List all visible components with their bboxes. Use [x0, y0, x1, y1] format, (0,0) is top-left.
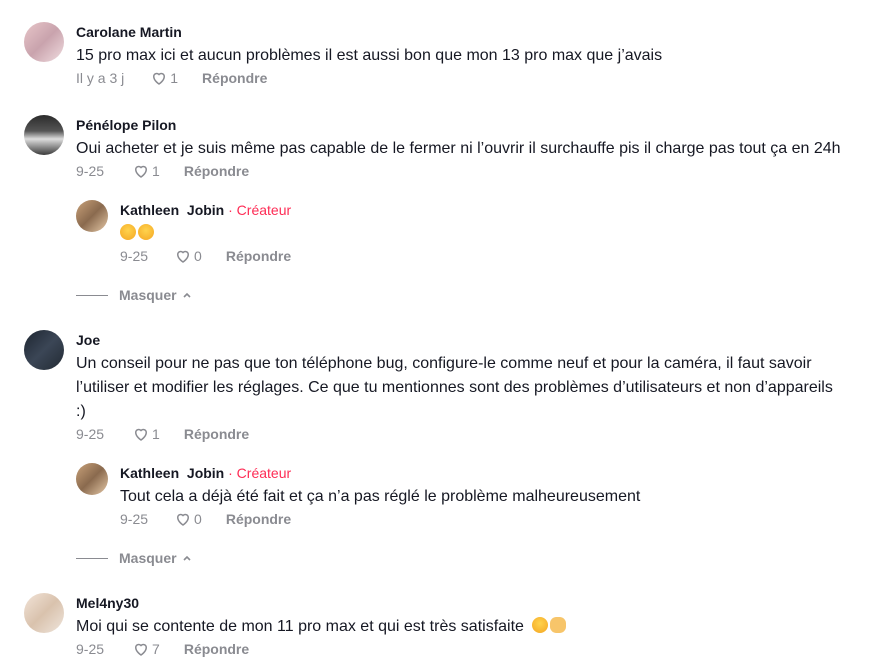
- heart-icon: [177, 250, 190, 263]
- comment-meta: 9-25 1 Répondre: [76, 425, 249, 443]
- avatar[interactable]: [24, 115, 64, 155]
- reply-author[interactable]: Kathleen Jobin · Créateur: [120, 465, 291, 481]
- divider: [76, 557, 108, 559]
- pleading-face-emoji: [120, 224, 136, 240]
- reply-text: Tout cela a déjà été fait et ça n’a pas …: [120, 488, 641, 505]
- comment-text-content: Moi qui se contente de mon 11 pro max et…: [76, 618, 524, 635]
- reply-button[interactable]: Répondre: [202, 70, 267, 86]
- comment-meta: 9-25 7 Répondre: [76, 640, 249, 658]
- avatar[interactable]: [24, 330, 64, 370]
- comment-date: 9-25: [76, 426, 105, 442]
- reply-button[interactable]: Répondre: [184, 163, 249, 179]
- ok-hand-emoji: [550, 617, 567, 633]
- hide-label: Masquer: [119, 550, 177, 566]
- hide-replies-button[interactable]: Masquer: [76, 550, 193, 566]
- reply-button[interactable]: Répondre: [184, 641, 249, 657]
- chevron-up-icon: [183, 292, 191, 298]
- reply-author-name: Kathleen Jobin: [120, 202, 225, 218]
- reply-date: 9-25: [120, 511, 149, 527]
- comment-text: Oui acheter et je suis même pas capable …: [76, 140, 841, 157]
- comment-author[interactable]: Pénélope Pilon: [76, 117, 176, 133]
- laughing-face-emoji: [532, 617, 549, 633]
- like-count: 1: [152, 163, 160, 179]
- reply-text: [120, 222, 156, 246]
- comment-text-line: :): [76, 403, 86, 420]
- divider: [76, 294, 108, 296]
- avatar[interactable]: [76, 200, 108, 232]
- chevron-up-icon: [183, 555, 191, 561]
- like-count: 7: [152, 641, 160, 657]
- heart-icon: [135, 643, 148, 656]
- pleading-face-emoji: [138, 224, 154, 240]
- heart-icon: [153, 72, 166, 85]
- reply-author[interactable]: Kathleen Jobin · Créateur: [120, 202, 291, 218]
- comment-author[interactable]: Joe: [76, 332, 100, 348]
- like-button[interactable]: 0: [174, 510, 202, 528]
- like-button[interactable]: 7: [132, 640, 160, 658]
- reply-meta: 9-25 0 Répondre: [120, 510, 291, 528]
- comment-text: 15 pro max ici et aucun problèmes il est…: [76, 47, 663, 64]
- like-count: 1: [152, 426, 160, 442]
- comment-date: 9-25: [76, 641, 105, 657]
- comment-author[interactable]: Mel4ny30: [76, 595, 139, 611]
- comment-meta: 9-25 1 Répondre: [76, 162, 249, 180]
- like-button[interactable]: 1: [150, 69, 178, 87]
- like-button[interactable]: 1: [132, 425, 160, 443]
- like-count: 1: [170, 70, 179, 86]
- comment-author[interactable]: Carolane Martin: [76, 24, 182, 40]
- avatar[interactable]: [76, 463, 108, 495]
- reply-button[interactable]: Répondre: [184, 426, 249, 442]
- heart-icon: [135, 428, 148, 441]
- creator-badge: · Créateur: [228, 465, 292, 481]
- like-count: 0: [194, 511, 202, 527]
- comment-text-line: l’utiliser et modifier les réglages. Ce …: [76, 379, 833, 396]
- comment-meta: Il y a 3 j 1 Répondre: [76, 69, 267, 87]
- hide-label: Masquer: [119, 287, 177, 303]
- heart-icon: [135, 165, 148, 178]
- like-count: 0: [194, 248, 202, 264]
- reply-button[interactable]: Répondre: [226, 248, 291, 264]
- comment-text: Moi qui se contente de mon 11 pro max et…: [76, 615, 568, 639]
- like-button[interactable]: 1: [132, 162, 160, 180]
- creator-badge: · Créateur: [228, 202, 292, 218]
- reply-author-name: Kathleen Jobin: [120, 465, 225, 481]
- like-button[interactable]: 0: [174, 247, 202, 265]
- comment-date: Il y a 3 j: [76, 70, 125, 86]
- reply-meta: 9-25 0 Répondre: [120, 247, 291, 265]
- comment-date: 9-25: [76, 163, 105, 179]
- comment-text-line: Un conseil pour ne pas que ton téléphone…: [76, 355, 812, 372]
- heart-icon: [177, 513, 190, 526]
- reply-date: 9-25: [120, 248, 149, 264]
- avatar[interactable]: [24, 593, 64, 633]
- hide-replies-button[interactable]: Masquer: [76, 287, 193, 303]
- reply-button[interactable]: Répondre: [226, 511, 291, 527]
- avatar[interactable]: [24, 22, 64, 62]
